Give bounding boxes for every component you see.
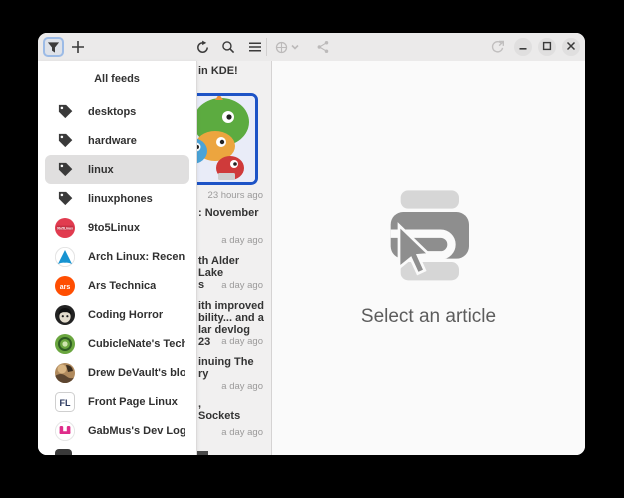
- menu-button[interactable]: [244, 37, 265, 57]
- sidebar-item-label: Ars Technica: [88, 280, 156, 292]
- sidebar-rows: desktops hardware linux linuxphones 9to5Linu…: [38, 97, 196, 445]
- app-window: in KDE!23 hours ago: Novembera day agoth…: [38, 33, 585, 455]
- filter-button[interactable]: [43, 37, 64, 57]
- drewdevault-favicon-icon: [55, 363, 75, 383]
- sidebar-item-desktops[interactable]: desktops: [45, 97, 189, 126]
- article-list-item-partial: [197, 451, 208, 455]
- gabmus-favicon-icon: [55, 421, 75, 441]
- sidebar-title: All feeds: [38, 73, 196, 85]
- header-separator: [266, 38, 267, 56]
- search-button[interactable]: [217, 37, 238, 57]
- article-timestamp: a day ago: [188, 336, 263, 347]
- search-icon: [221, 40, 235, 54]
- tag-icon: [55, 189, 75, 209]
- arch-favicon-icon: [55, 247, 75, 267]
- sidebar-item-label: desktops: [88, 106, 136, 118]
- sidebar-item-cubiclenate-s-techpad[interactable]: CubicleNate's Techpad: [45, 329, 189, 358]
- sidebar-item-label: CubicleNate's Techpad: [88, 338, 185, 350]
- svg-text:FL: FL: [60, 398, 71, 408]
- headerbar: [38, 33, 585, 62]
- sidebar-item-partial: [55, 449, 72, 455]
- svg-text:ars: ars: [60, 284, 71, 291]
- minimize-icon: [518, 38, 528, 56]
- select-article-label: Select an article: [361, 306, 496, 328]
- frontpagelinux-favicon-icon: FL: [55, 392, 75, 412]
- hamburger-menu-icon: [248, 40, 262, 54]
- article-title[interactable]: : November: [198, 207, 265, 219]
- sidebar-item-label: linux: [88, 164, 114, 176]
- body-area: in KDE!23 hours ago: Novembera day agoth…: [38, 61, 585, 455]
- maximize-icon: [542, 38, 552, 56]
- sidebar-item-label: linuxphones: [88, 193, 153, 205]
- sidebar-item-linuxphones[interactable]: linuxphones: [45, 184, 189, 213]
- sidebar-item-label: Front Page Linux: [88, 396, 178, 408]
- article-timestamp: a day ago: [188, 280, 263, 291]
- tag-icon: [55, 131, 75, 151]
- open-in-browser-button: [487, 37, 508, 57]
- article-content-pane: Select an article: [272, 61, 585, 455]
- ars-favicon-icon: ars: [55, 276, 75, 296]
- codinghorror-favicon-icon: [55, 305, 75, 325]
- 9to5linux-favicon-icon: 9to5Linux: [55, 218, 75, 238]
- share-button: [312, 37, 333, 57]
- sidebar-item-label: Arch Linux: Recent ne…: [88, 251, 185, 263]
- tag-icon: [55, 160, 75, 180]
- sidebar-item-label: hardware: [88, 135, 137, 147]
- refresh-button[interactable]: [192, 37, 213, 57]
- sidebar-item-drew-devault-s-blog[interactable]: Drew DeVault's blog: [45, 358, 189, 387]
- sidebar-item-9to5linux[interactable]: 9to5Linux 9to5Linux: [45, 213, 189, 242]
- sidebar-item-label: 9to5Linux: [88, 222, 140, 234]
- refresh-icon: [195, 40, 210, 55]
- tag-icon: [55, 102, 75, 122]
- article-timestamp: a day ago: [188, 427, 263, 438]
- sidebar-item-coding-horror[interactable]: Coding Horror: [45, 300, 189, 329]
- close-button[interactable]: [562, 38, 580, 56]
- article-title[interactable]: , Sockets: [198, 398, 265, 422]
- sidebar-item-linux[interactable]: linux: [45, 155, 189, 184]
- article-title[interactable]: inuing The ry: [198, 356, 265, 380]
- select-article-icon: [379, 187, 479, 292]
- cubiclenate-favicon-icon: [55, 334, 75, 354]
- svg-text:9to5Linux: 9to5Linux: [57, 226, 73, 230]
- sidebar-item-label: GabMus's Dev Log: [88, 425, 185, 437]
- sidebar-item-hardware[interactable]: hardware: [45, 126, 189, 155]
- chevron-down-icon: [291, 44, 299, 50]
- sidebar-item-gabmus-s-dev-log[interactable]: GabMus's Dev Log: [45, 416, 189, 445]
- plus-icon: [71, 40, 85, 54]
- add-feed-button[interactable]: [67, 37, 88, 57]
- sidebar-item-ars-technica[interactable]: ars Ars Technica: [45, 271, 189, 300]
- close-icon: [566, 38, 576, 56]
- view-mode-dropdown: [272, 37, 302, 57]
- sidebar-item-arch-linux-recent-ne-[interactable]: Arch Linux: Recent ne…: [45, 242, 189, 271]
- sidebar-item-front-page-linux[interactable]: FL Front Page Linux: [45, 387, 189, 416]
- share-icon: [316, 40, 330, 54]
- maximize-button[interactable]: [538, 38, 556, 56]
- article-timestamp: a day ago: [188, 381, 263, 392]
- feeds-sidebar: All feeds desktops hardware linux linuxphon…: [38, 61, 197, 455]
- funnel-icon: [47, 41, 60, 54]
- open-in-browser-icon: [490, 40, 505, 55]
- article-timestamp: 23 hours ago: [188, 190, 263, 201]
- sidebar-item-label: Drew DeVault's blog: [88, 367, 185, 379]
- globe-icon: [275, 41, 288, 54]
- minimize-button[interactable]: [514, 38, 532, 56]
- article-title[interactable]: in KDE!: [198, 65, 265, 77]
- article-timestamp: a day ago: [188, 235, 263, 246]
- sidebar-item-label: Coding Horror: [88, 309, 163, 321]
